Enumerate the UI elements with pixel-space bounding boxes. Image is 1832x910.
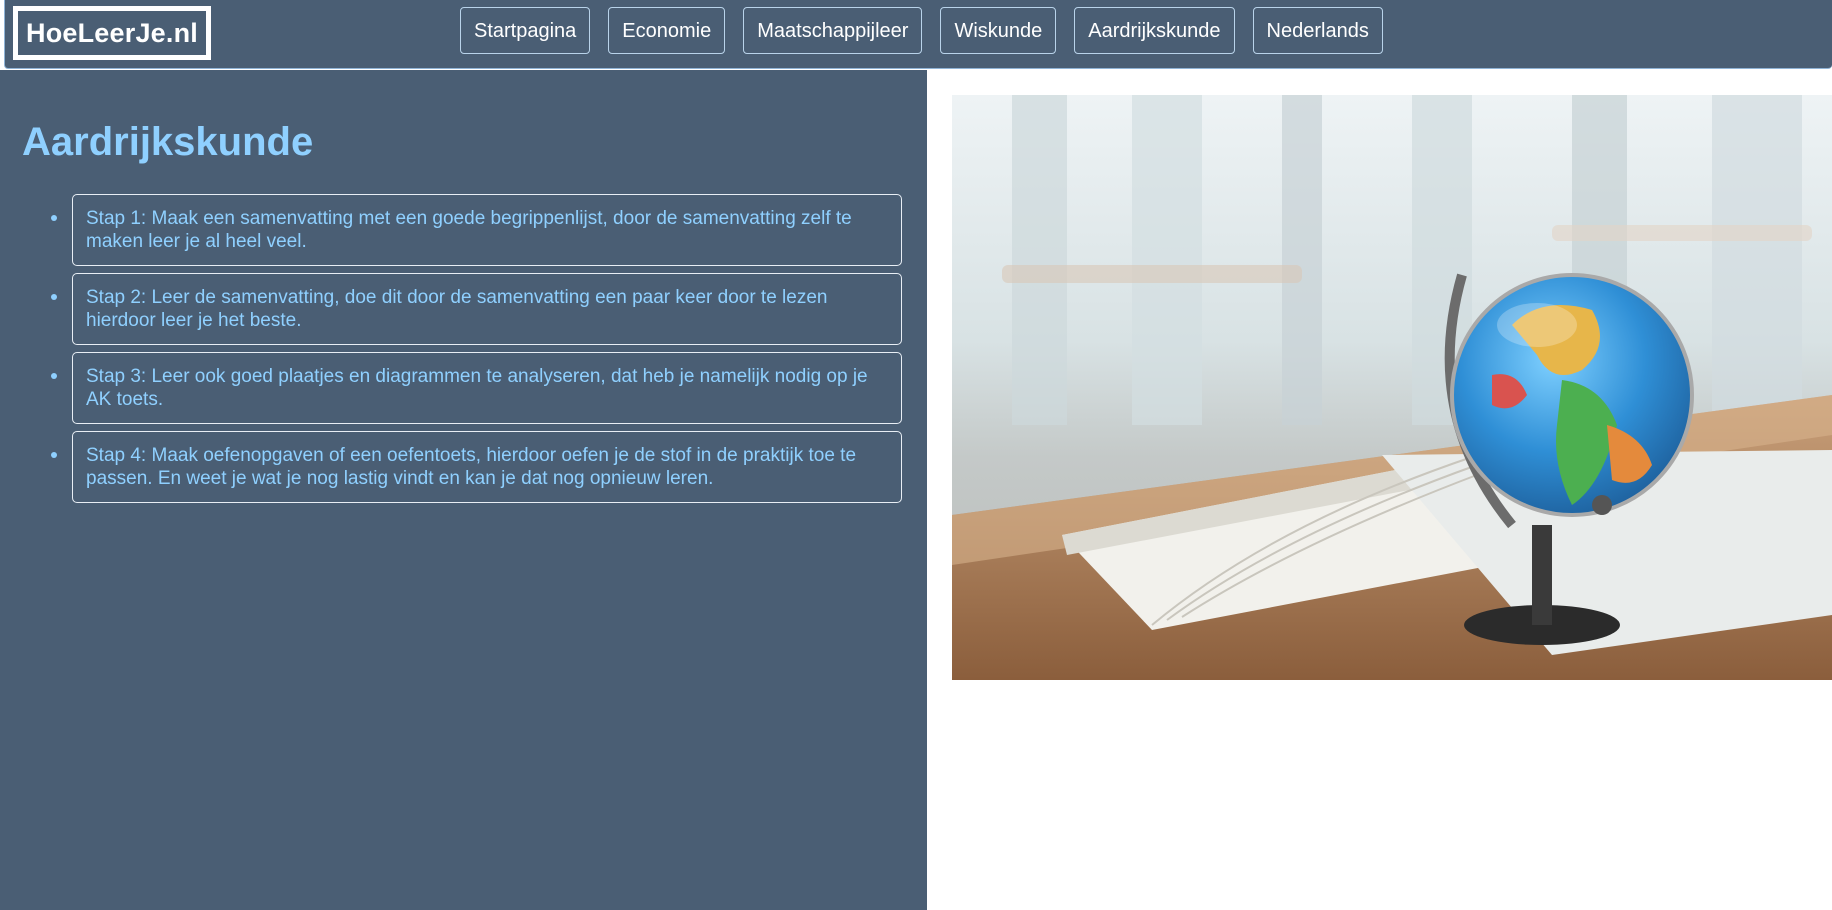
nav-economie[interactable]: Economie <box>608 7 726 54</box>
nav-maatschappijleer[interactable]: Maatschappijleer <box>743 7 923 54</box>
study-steps-list: Stap 1: Maak een samenvatting met een go… <box>51 194 902 510</box>
step-1: Stap 1: Maak een samenvatting met een go… <box>51 194 902 266</box>
step-text: Stap 4: Maak oefenopgaven of een oefento… <box>86 445 857 489</box>
bullet-icon <box>51 294 57 300</box>
nav-aardrijkskunde[interactable]: Aardrijkskunde <box>1074 7 1235 54</box>
step-4: Stap 4: Maak oefenopgaven of een oefento… <box>51 431 902 503</box>
globe-on-book-photo-icon <box>952 95 1832 680</box>
nav-wiskunde[interactable]: Wiskunde <box>940 7 1057 54</box>
step-text: Stap 1: Maak een samenvatting met een go… <box>86 208 852 252</box>
content-panel: Aardrijkskunde Stap 1: Maak een samenvat… <box>0 70 927 910</box>
site-logo[interactable]: HoeLeerJe.nl <box>13 6 211 60</box>
step-2: Stap 2: Leer de samenvatting, doe dit do… <box>51 273 902 345</box>
bullet-icon <box>51 215 57 221</box>
step-text: Stap 3: Leer ook goed plaatjes en diagra… <box>86 366 868 410</box>
nav-nederlands[interactable]: Nederlands <box>1252 7 1383 54</box>
bullet-icon <box>51 452 57 458</box>
main-nav: Startpagina Economie Maatschappijleer Wi… <box>460 7 1383 54</box>
step-3: Stap 3: Leer ook goed plaatjes en diagra… <box>51 352 902 424</box>
page-title: Aardrijkskunde <box>22 120 314 164</box>
top-header: HoeLeerJe.nl Startpagina Economie Maatsc… <box>4 0 1832 69</box>
step-text: Stap 2: Leer de samenvatting, doe dit do… <box>86 287 828 331</box>
nav-startpagina[interactable]: Startpagina <box>460 7 591 54</box>
bullet-icon <box>51 373 57 379</box>
globe-book-image <box>952 95 1832 680</box>
